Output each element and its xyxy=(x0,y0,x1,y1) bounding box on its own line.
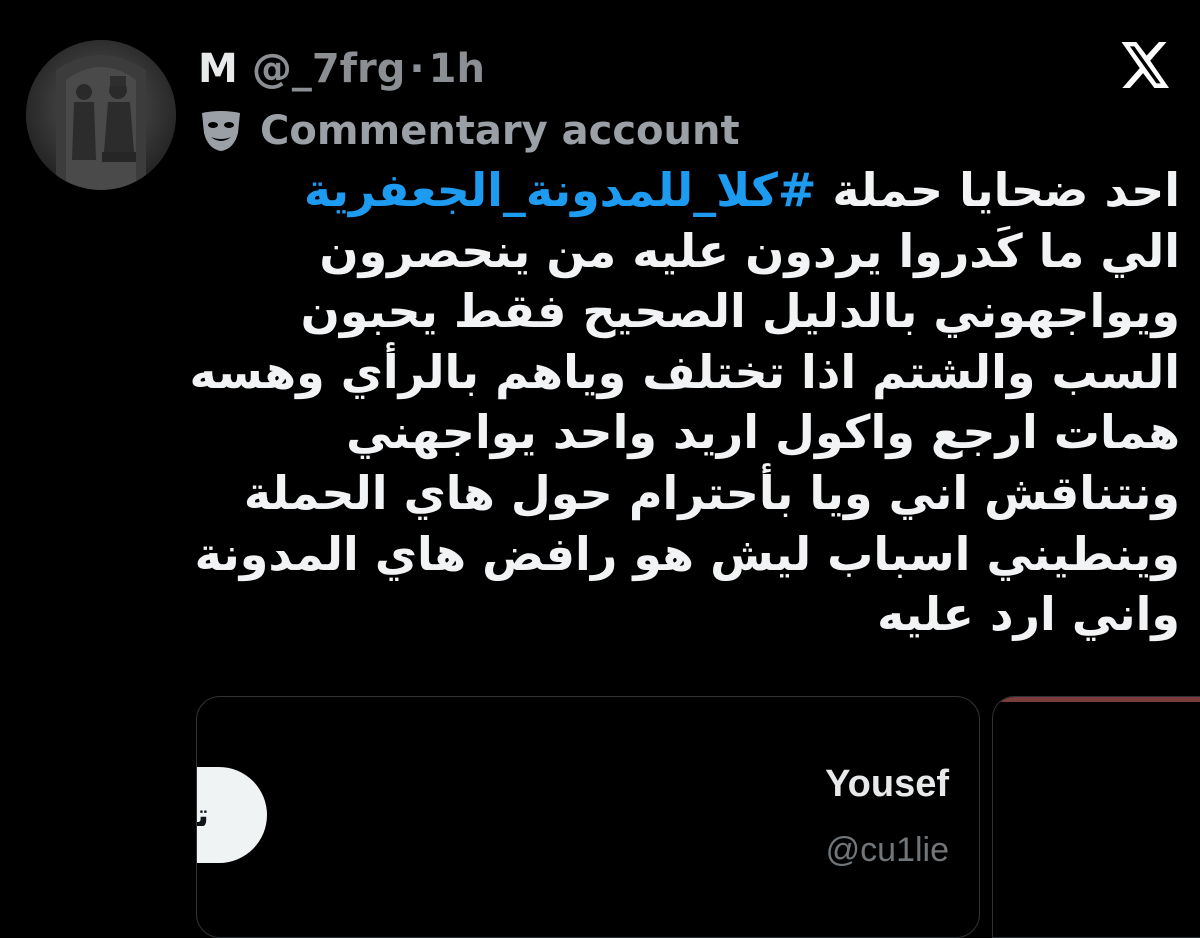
timestamp[interactable]: 1h xyxy=(429,44,485,94)
tweet-line: ويواجهوني بالدليل الصحيح فقط يحبون xyxy=(300,284,1180,339)
account-label-text: Commentary account xyxy=(260,108,740,154)
tweet-line: ونتناقش اني ويا بأحترام حول هاي الحملة xyxy=(243,465,1180,520)
tweet-line: الي ما كَدروا يردون عليه من ينحصرون xyxy=(319,223,1180,278)
quoted-profile-card[interactable]: تابِع Yousef @cu1lie xyxy=(196,696,980,938)
tweet-line-1: احد ضحايا حملة #كلا_للمدونة_الجعفرية xyxy=(200,160,1180,221)
avatar[interactable] xyxy=(26,40,176,190)
quoted-user-name[interactable]: Yousef xyxy=(825,763,949,806)
media-preview-strip xyxy=(993,697,1200,702)
display-name[interactable]: M xyxy=(198,44,238,94)
tweet-line: وينطيني اسباب ليش هو رافض هاي المدونة xyxy=(194,526,1180,581)
theater-mask-icon xyxy=(198,109,244,153)
hashtag-link[interactable]: #كلا_للمدونة_الجعفرية xyxy=(304,163,817,217)
tweet-line: همات ارجع واكول اريد واحد يواجهني xyxy=(346,405,1180,460)
user-handle[interactable]: @_7frg xyxy=(252,44,406,94)
quoted-user-handle[interactable]: @cu1lie xyxy=(826,831,949,870)
tweet-line: السب والشتم اذا تختلف وياهم بالرأي وهسه xyxy=(189,344,1180,399)
tweet-line-prefix: احد ضحايا حملة xyxy=(816,163,1180,217)
x-logo-icon[interactable] xyxy=(1120,42,1172,88)
account-label: Commentary account xyxy=(198,106,740,156)
side-media-card[interactable] xyxy=(992,696,1200,938)
tweet-line: واني ارد عليه xyxy=(877,587,1180,642)
tweet-text: احد ضحايا حملة #كلا_للمدونة_الجعفرية الي… xyxy=(189,160,1180,645)
follow-button[interactable]: تابِع xyxy=(197,767,267,863)
stone-relief-avatar xyxy=(26,40,176,190)
tweet-header: M @_7frg · 1h xyxy=(198,44,485,94)
header-separator: · xyxy=(409,46,425,92)
